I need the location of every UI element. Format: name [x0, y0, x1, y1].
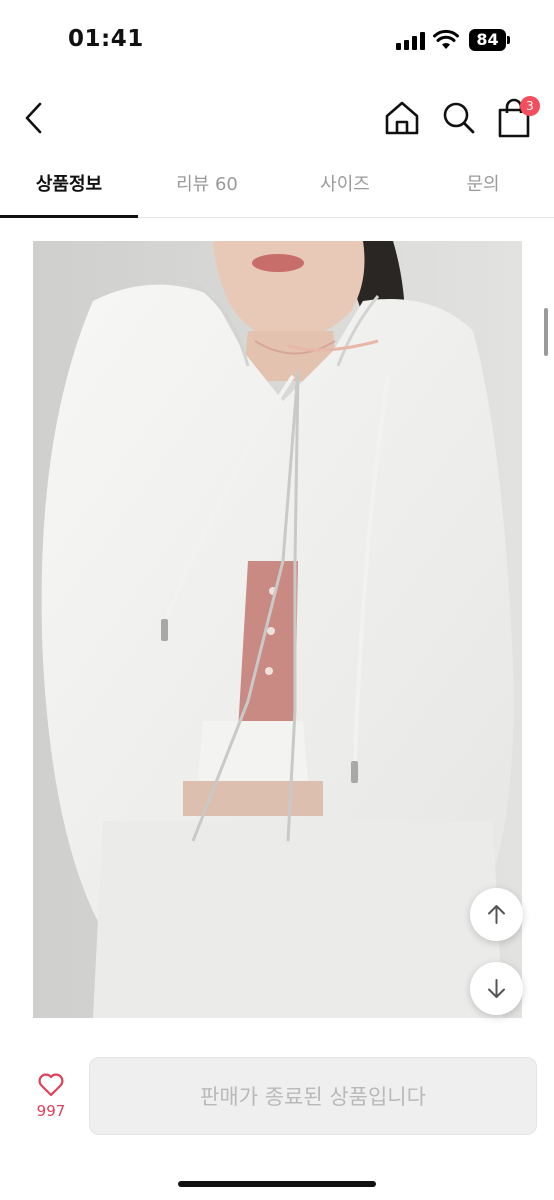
active-tab-underline	[0, 215, 138, 218]
battery-icon: 84	[469, 29, 511, 51]
wifi-icon	[433, 29, 459, 49]
search-icon	[443, 102, 475, 134]
scroll-to-bottom-button[interactable]	[470, 962, 523, 1015]
like-count: 997	[36, 1102, 66, 1120]
sold-out-button[interactable]: 판매가 종료된 상품입니다	[89, 1057, 537, 1135]
search-button[interactable]	[440, 98, 478, 138]
tab-reviews[interactable]: 리뷰 60	[138, 160, 276, 218]
cart-button[interactable]: 3	[496, 96, 542, 140]
tab-inquiry[interactable]: 문의	[414, 160, 552, 218]
home-indicator	[178, 1181, 376, 1187]
arrow-down-icon	[488, 979, 505, 998]
like-button[interactable]: 997	[22, 1072, 80, 1126]
scroll-to-top-button[interactable]	[470, 888, 523, 941]
cart-badge: 3	[520, 96, 540, 116]
back-arrow-icon	[25, 102, 42, 134]
home-button[interactable]	[382, 98, 422, 138]
battery-level: 84	[476, 30, 499, 49]
tab-size[interactable]: 사이즈	[276, 160, 414, 218]
status-bar: 01:41 84	[0, 0, 554, 80]
product-image	[33, 241, 522, 1018]
status-time: 01:41	[68, 26, 144, 52]
heart-icon	[38, 1073, 64, 1097]
scroll-indicator[interactable]	[544, 308, 548, 356]
signal-icon	[396, 32, 426, 50]
app-header: 3	[0, 80, 554, 160]
tab-product-info[interactable]: 상품정보	[0, 160, 138, 218]
tab-bar: 상품정보 리뷰 60 사이즈 문의	[0, 160, 554, 218]
home-icon	[385, 101, 419, 135]
arrow-up-icon	[488, 905, 505, 924]
back-button[interactable]	[18, 98, 52, 138]
